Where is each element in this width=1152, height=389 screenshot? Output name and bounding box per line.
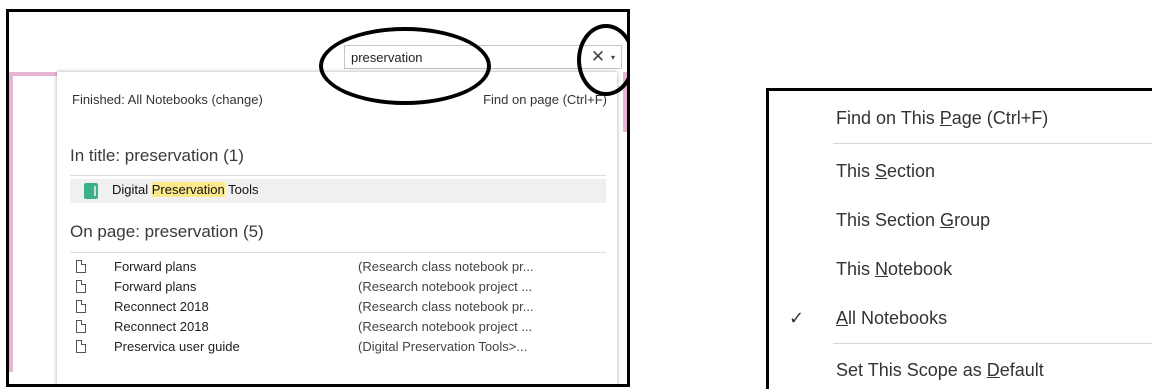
menu-item-label: This Section <box>836 161 936 181</box>
notebook-section-icon <box>84 183 98 199</box>
title-result-text: Digital Preservation Tools <box>112 182 259 197</box>
menu-item-label: This Section Group <box>836 210 991 230</box>
menu-item-label: All Notebooks <box>836 308 948 328</box>
page-icon <box>76 300 86 313</box>
search-scope-menu: Find on This Page (Ctrl+F) This Section … <box>766 88 1152 389</box>
search-results-panel: Finished: All Notebooks (change) Find on… <box>57 72 617 384</box>
menu-item-all-notebooks[interactable]: ✓ All Notebooks <box>769 297 1152 343</box>
check-icon: ✓ <box>789 308 805 328</box>
divider <box>70 175 606 176</box>
menu-item-label: Find on This Page (Ctrl+F) <box>836 108 1049 128</box>
page-icon <box>76 280 86 293</box>
menu-item-this-notebook[interactable]: This Notebook <box>769 248 1152 294</box>
page-icon <box>76 340 86 353</box>
page-location: (Digital Preservation Tools>... <box>358 339 528 354</box>
menu-item-this-section[interactable]: This Section <box>769 150 1152 196</box>
search-status[interactable]: Finished: All Notebooks (change) <box>72 92 263 107</box>
annotation-circle-search <box>319 27 491 105</box>
list-item[interactable]: Preservica user guide (Digital Preservat… <box>70 337 606 357</box>
search-highlight: Preservation <box>151 182 225 197</box>
menu-divider <box>833 143 1152 144</box>
page-location: (Research notebook project ... <box>358 319 533 334</box>
section-color-strip <box>9 72 13 372</box>
page-location: (Research class notebook pr... <box>358 259 534 274</box>
page-icon <box>76 260 86 273</box>
page-icon <box>76 320 86 333</box>
annotation-circle-dropdown <box>577 24 627 96</box>
onenote-search-pane: ✕ ▾ Finished: All Notebooks (change) Fin… <box>6 9 630 387</box>
title-result-row[interactable]: Digital Preservation Tools <box>70 179 606 203</box>
page-name: Preservica user guide <box>114 339 240 354</box>
list-item[interactable]: Reconnect 2018 (Research notebook projec… <box>70 317 606 337</box>
menu-divider <box>833 343 1152 344</box>
menu-item-label: Set This Scope as Default <box>836 360 1044 380</box>
page-name: Forward plans <box>114 279 197 294</box>
divider <box>70 252 606 253</box>
menu-item-set-scope-default[interactable]: Set This Scope as Default <box>769 349 1152 389</box>
menu-item-this-section-group[interactable]: This Section Group <box>769 199 1152 245</box>
menu-item-find-on-this-page[interactable]: Find on This Page (Ctrl+F) <box>769 97 1152 143</box>
page-location: (Research class notebook pr... <box>358 299 534 314</box>
on-page-heading: On page: preservation (5) <box>70 222 264 241</box>
in-title-heading: In title: preservation (1) <box>70 146 244 165</box>
menu-item-label: This Notebook <box>836 259 953 279</box>
list-item[interactable]: Forward plans (Research notebook project… <box>70 277 606 297</box>
list-item[interactable]: Forward plans (Research class notebook p… <box>70 257 606 277</box>
find-on-page-link[interactable]: Find on page (Ctrl+F) <box>483 92 607 107</box>
page-name: Forward plans <box>114 259 197 274</box>
page-name: Reconnect 2018 <box>114 319 209 334</box>
page-results-list: Forward plans (Research class notebook p… <box>70 257 606 357</box>
page-location: (Research notebook project ... <box>358 279 533 294</box>
list-item[interactable]: Reconnect 2018 (Research class notebook … <box>70 297 606 317</box>
page-name: Reconnect 2018 <box>114 299 209 314</box>
